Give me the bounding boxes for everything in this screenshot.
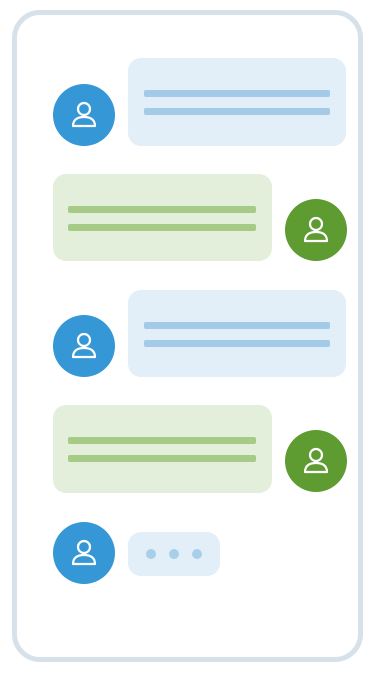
user-avatar-outgoing <box>285 199 347 261</box>
message-bubble-incoming <box>128 290 346 377</box>
user-avatar-outgoing <box>285 430 347 492</box>
user-icon <box>303 216 329 243</box>
message-text-line <box>68 224 256 231</box>
user-avatar-incoming <box>53 315 115 377</box>
message-text-line <box>68 437 256 444</box>
typing-dot <box>146 549 156 559</box>
message-text-line <box>68 455 256 462</box>
user-icon <box>303 447 329 474</box>
message-bubble-incoming <box>128 58 346 146</box>
typing-indicator-bubble <box>128 532 220 576</box>
message-text-line <box>144 90 330 97</box>
message-text-line <box>144 340 330 347</box>
user-icon <box>71 539 97 566</box>
typing-dot <box>192 549 202 559</box>
user-icon <box>71 101 97 128</box>
message-bubble-outgoing <box>53 405 272 493</box>
message-text-line <box>144 322 330 329</box>
user-avatar-incoming <box>53 84 115 146</box>
message-text-line <box>144 108 330 115</box>
message-text-line <box>68 206 256 213</box>
typing-dot <box>169 549 179 559</box>
user-avatar-incoming <box>53 522 115 584</box>
user-icon <box>71 332 97 359</box>
chat-illustration <box>0 0 378 675</box>
message-bubble-outgoing <box>53 174 272 261</box>
